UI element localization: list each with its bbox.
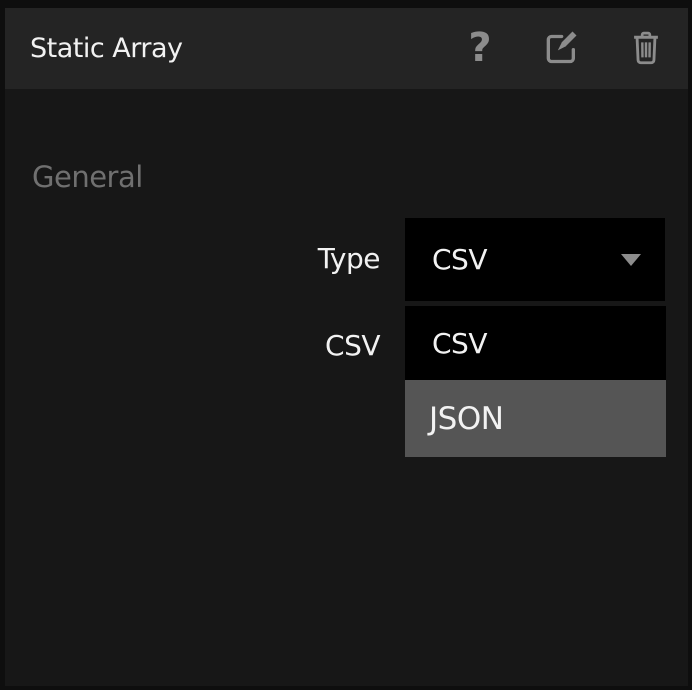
- config-panel: Static Array ? General Type: [0, 0, 692, 690]
- help-icon: ?: [468, 28, 491, 68]
- dropdown-option-csv[interactable]: CSV: [405, 306, 666, 380]
- help-button[interactable]: ?: [458, 24, 502, 72]
- csv-field-label: CSV: [325, 329, 380, 362]
- panel-title: Static Array: [30, 8, 183, 89]
- delete-button[interactable]: [624, 24, 668, 72]
- edit-icon: [540, 28, 580, 68]
- type-select-value: CSV: [432, 243, 487, 276]
- trash-icon: [629, 28, 663, 68]
- panel-header: Static Array: [5, 8, 688, 89]
- type-select-dropdown: CSV JSON: [405, 306, 666, 457]
- dropdown-option-json[interactable]: JSON: [405, 380, 666, 457]
- type-select[interactable]: CSV: [405, 218, 665, 301]
- chevron-down-icon: [621, 254, 641, 266]
- section-heading-general: General: [32, 160, 143, 194]
- type-field-label: Type: [318, 242, 380, 275]
- edit-button[interactable]: [538, 24, 582, 72]
- dropdown-option-csv-label: CSV: [432, 327, 487, 360]
- dropdown-option-json-label: JSON: [429, 401, 503, 437]
